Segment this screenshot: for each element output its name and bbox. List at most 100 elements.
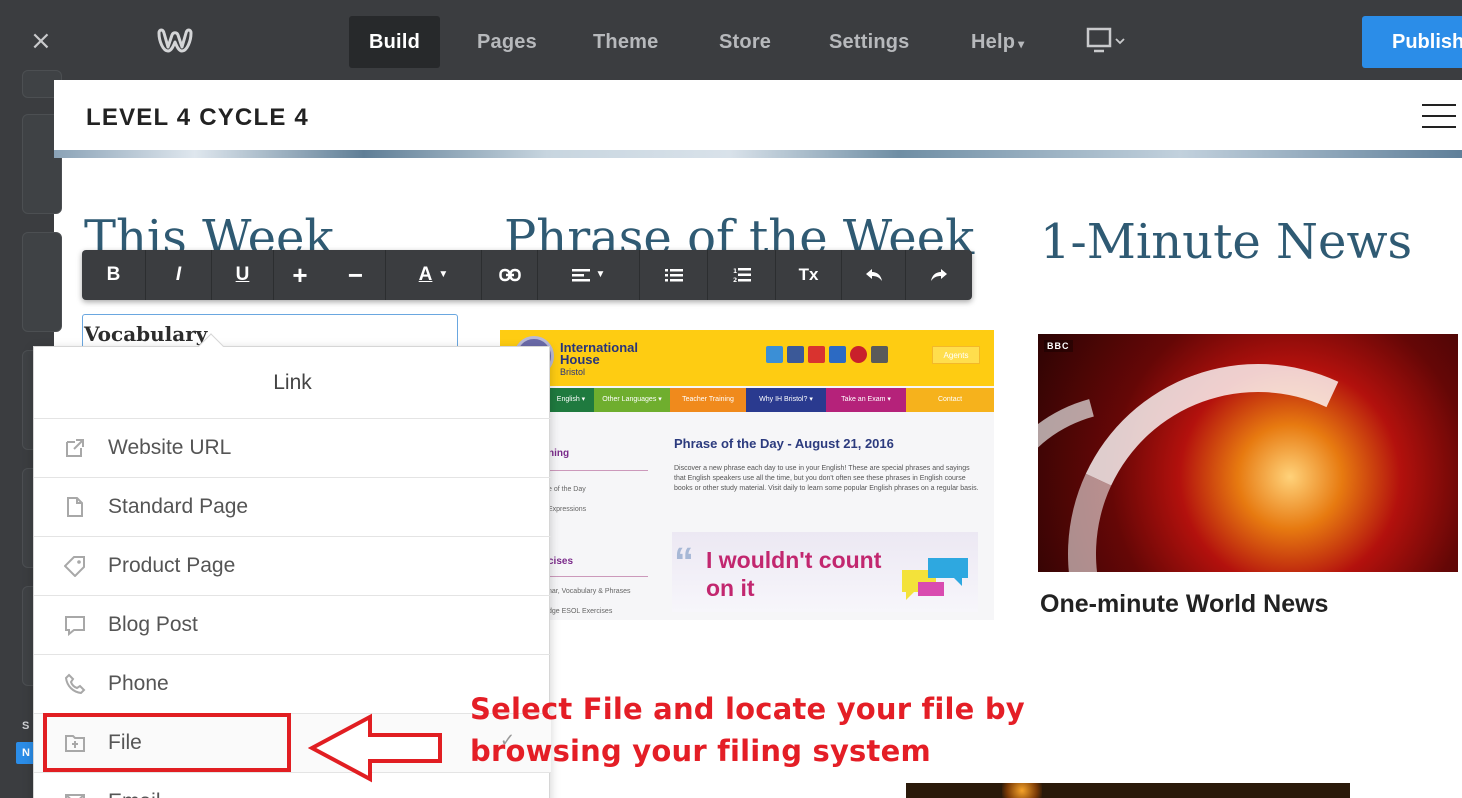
ih-sidebar-rule [548,576,648,577]
redo-icon [931,268,947,281]
tab-build[interactable]: Build [349,16,440,68]
numbered-list-icon: 1 2 [733,267,751,284]
ih-brand-line2: House [560,352,600,367]
bullet-list-icon [664,268,683,282]
ih-agents-button: Agents [932,346,980,364]
ih-sidebar-item: Expressions [548,506,587,513]
link-option-label: Standard Page [108,495,249,518]
italic-button[interactable]: I [146,250,212,300]
monitor-icon[interactable] [1086,27,1128,53]
news-caption[interactable]: One-minute World News [1040,590,1328,619]
ih-menu-item: Contact [906,388,994,412]
link-option-label: Blog Post [108,613,198,636]
ih-sidebar-heading: ning [548,448,570,459]
ih-phrase-line1: I wouldn't count [706,547,882,573]
editor-topbar: × Build Pages Theme Store Settings Help ▾… [0,0,1462,80]
decrease-font-button[interactable]: − [326,250,386,300]
external-link-icon [66,439,84,457]
link-option-label: Website URL [108,436,232,459]
facebook-icon [787,346,804,363]
header-banner-image [54,150,1462,158]
ih-brand-line3: Bristol [560,367,586,377]
publish-button[interactable]: Publish [1362,16,1462,68]
ih-body-text: Discover a new phrase each day to use in… [674,465,979,492]
numbered-list-button[interactable]: 1 2 [708,250,776,300]
text-color-button[interactable]: A ▼ [386,250,482,300]
ih-phrase-line2: on it [706,575,755,601]
flickr-icon [829,346,846,363]
bbc-globe-ring [1038,334,1458,572]
link-menu-title: Link [34,347,551,419]
ih-sidebar-heading: cises [548,556,574,567]
link-option-website-url[interactable]: Website URL [34,419,551,478]
sidebar-section-letter: S [22,720,30,732]
tab-help[interactable]: Help ▾ [971,16,1024,68]
underline-button[interactable]: U [212,250,274,300]
close-icon[interactable]: × [30,28,52,54]
twitter-icon [766,346,783,363]
instruction-line1: Select File and locate your file by [470,692,1025,726]
site-title[interactable]: LEVEL 4 CYCLE 4 [86,104,309,132]
ih-menu-item: English ▾ [548,388,594,412]
instruction-line2: browsing your filing system [470,734,931,768]
link-option-email[interactable]: Email [34,773,551,798]
ih-sidebar-rule [548,470,648,471]
pinterest-icon [850,346,867,363]
world-news-video-thumbnail[interactable]: BBC [1038,334,1458,572]
tab-settings[interactable]: Settings [829,16,910,68]
clear-format-button[interactable]: Tx [776,250,842,300]
vocabulary-text[interactable]: Vocabulary [84,322,207,346]
svg-text:1: 1 [733,268,737,275]
ih-menu-item: Why IH Bristol? ▾ [746,388,826,412]
increase-font-button[interactable]: + [274,250,326,300]
email-icon [65,794,85,798]
link-button[interactable] [482,250,538,300]
ih-phrase-heading: Phrase of the Day - August 21, 2016 [674,436,894,451]
link-option-label: Phone [108,672,169,695]
weebly-logo-icon[interactable] [156,27,194,55]
align-button[interactable]: ▼ [538,250,640,300]
youtube-icon [808,346,825,363]
bold-button[interactable]: B [82,250,146,300]
quote-icon: “ [674,540,694,584]
chevron-down-icon: ▼ [595,269,606,280]
ih-sidebar-item: dge ESOL Exercises [548,608,613,615]
link-option-standard-page[interactable]: Standard Page [34,478,551,537]
tab-store[interactable]: Store [719,16,771,68]
chevron-down-icon: ▾ [1018,37,1025,51]
chevron-down-icon: ▼ [438,269,449,280]
page-icon [67,497,83,517]
ih-phrase: I wouldn't count on it [706,546,881,602]
tab-theme[interactable]: Theme [593,16,658,68]
bottom-image [906,783,1350,798]
redo-button[interactable] [906,250,972,300]
tab-pages[interactable]: Pages [477,16,537,68]
text-color-label: A [418,264,433,286]
file-highlight-box [43,713,291,772]
phone-icon [64,673,86,695]
align-icon [571,269,590,282]
text-format-toolbar: B I U + − A ▼ ▼ 1 2 Tx [82,250,972,300]
ih-menu-item: Other Languages ▾ [594,388,670,412]
undo-icon [865,268,882,281]
ih-sidebar-item: e of the Day [548,486,586,493]
ih-sidebar-item: nar, Vocabulary & Phrases [548,588,631,595]
link-option-label: Product Page [108,554,236,577]
bottom-image-flare [1002,783,1042,798]
ih-menu-item: Take an Exam ▾ [826,388,906,412]
link-option-product-page[interactable]: Product Page [34,537,551,596]
hamburger-menu-icon[interactable] [1422,104,1456,132]
col3-heading[interactable]: 1-Minute News [1040,214,1412,270]
bullet-list-button[interactable] [640,250,708,300]
ih-brand: International House Bristol [560,341,638,378]
undo-button[interactable] [842,250,906,300]
phrase-of-day-image[interactable]: International House Bristol Agents English… [500,330,994,620]
sidebar-element-tile[interactable] [22,232,62,332]
editor-root: × Build Pages Theme Store Settings Help ▾… [0,0,1462,798]
site-header: LEVEL 4 CYCLE 4 [54,80,1462,156]
link-icon [498,268,521,282]
link-option-label: Email [108,790,161,798]
instruction-annotation: Select File and locate your file by brow… [470,688,1025,772]
comment-icon [65,616,85,636]
link-option-blog-post[interactable]: Blog Post [34,596,551,655]
